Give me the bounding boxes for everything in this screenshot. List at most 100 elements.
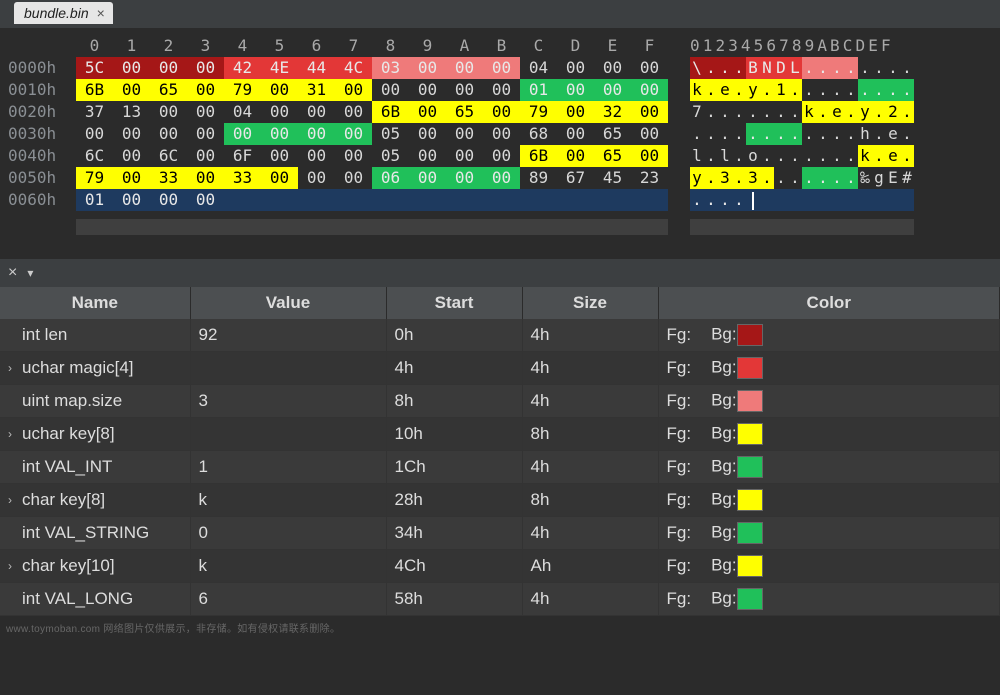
ascii-char[interactable]: D	[774, 57, 788, 79]
hex-byte[interactable]: 00	[187, 101, 224, 123]
hex-byte[interactable]: 5C	[76, 57, 113, 79]
ascii-char[interactable]: .	[774, 167, 788, 189]
ascii-char[interactable]: .	[732, 189, 746, 211]
hex-byte[interactable]: 00	[261, 145, 298, 167]
ascii-char[interactable]: .	[704, 167, 718, 189]
color-swatch[interactable]	[737, 489, 763, 511]
ascii-char[interactable]: .	[760, 101, 774, 123]
tab-bundle-bin[interactable]: bundle.bin ×	[14, 2, 113, 24]
ascii-char[interactable]: .	[830, 123, 844, 145]
hex-byte[interactable]: 79	[520, 101, 557, 123]
table-row[interactable]: ›char key[10]k4ChAhFg:Bg:	[0, 550, 1000, 583]
ascii-char[interactable]: o	[746, 145, 760, 167]
hex-byte[interactable]: 00	[335, 145, 372, 167]
ascii-char[interactable]: .	[732, 57, 746, 79]
hex-byte[interactable]: 00	[446, 145, 483, 167]
hex-byte[interactable]: 00	[113, 167, 150, 189]
hex-byte[interactable]: 79	[224, 79, 261, 101]
ascii-char[interactable]: .	[844, 79, 858, 101]
hex-byte[interactable]: 00	[631, 101, 668, 123]
color-swatch[interactable]	[737, 324, 763, 346]
hex-byte[interactable]: 00	[409, 101, 446, 123]
table-row[interactable]: ›uchar key[8]10h8hFg:Bg:	[0, 418, 1000, 451]
hex-byte[interactable]: 05	[372, 123, 409, 145]
ascii-char[interactable]: l	[690, 145, 704, 167]
hex-byte[interactable]: 00	[446, 123, 483, 145]
expand-arrow-icon[interactable]: ›	[8, 427, 18, 441]
ascii-char[interactable]: 3	[718, 167, 732, 189]
hex-byte[interactable]	[520, 189, 557, 211]
ascii-char[interactable]: e	[718, 79, 732, 101]
hex-byte[interactable]: 00	[261, 123, 298, 145]
hex-byte[interactable]: 00	[631, 145, 668, 167]
hex-byte[interactable]: 6F	[224, 145, 261, 167]
ascii-char[interactable]: #	[900, 167, 914, 189]
hex-byte[interactable]: 00	[150, 101, 187, 123]
header-start[interactable]: Start	[386, 287, 522, 319]
hex-byte[interactable]: 05	[372, 145, 409, 167]
color-swatch[interactable]	[737, 423, 763, 445]
ascii-char[interactable]	[872, 189, 886, 211]
hex-byte[interactable]: 42	[224, 57, 261, 79]
ascii-char[interactable]: .	[872, 57, 886, 79]
hex-byte[interactable]	[261, 189, 298, 211]
ascii-char[interactable]: k	[858, 145, 872, 167]
ascii-char[interactable]: .	[844, 167, 858, 189]
ascii-char[interactable]: .	[732, 123, 746, 145]
ascii-char[interactable]: L	[788, 57, 802, 79]
ascii-char[interactable]: .	[900, 101, 914, 123]
ascii-char[interactable]: .	[774, 101, 788, 123]
ascii-char[interactable]: B	[746, 57, 760, 79]
hex-byte[interactable]: 03	[372, 57, 409, 79]
color-swatch[interactable]	[737, 390, 763, 412]
ascii-char[interactable]: .	[816, 145, 830, 167]
hex-byte[interactable]: 45	[594, 167, 631, 189]
ascii-char[interactable]: \	[690, 57, 704, 79]
hex-byte[interactable]: 00	[150, 123, 187, 145]
table-row[interactable]: ›uint map.size38h4hFg:Bg:	[0, 385, 1000, 418]
hex-byte[interactable]: 33	[150, 167, 187, 189]
header-name[interactable]: Name	[0, 287, 190, 319]
hex-byte[interactable]	[557, 189, 594, 211]
hex-byte[interactable]: 00	[446, 167, 483, 189]
hex-byte[interactable]: 00	[150, 189, 187, 211]
hex-byte[interactable]: 37	[76, 101, 113, 123]
ascii-char[interactable]: .	[844, 123, 858, 145]
ascii-char[interactable]: h	[858, 123, 872, 145]
hex-byte[interactable]: 04	[224, 101, 261, 123]
ascii-char[interactable]: y	[746, 79, 760, 101]
ascii-char[interactable]: .	[774, 145, 788, 167]
ascii-char[interactable]: .	[760, 167, 774, 189]
ascii-char[interactable]: .	[732, 79, 746, 101]
hex-byte[interactable]: 00	[261, 79, 298, 101]
ascii-char[interactable]: .	[858, 57, 872, 79]
hex-byte[interactable]: 00	[557, 101, 594, 123]
ascii-char[interactable]: .	[816, 79, 830, 101]
hex-byte[interactable]: 65	[594, 123, 631, 145]
hex-byte[interactable]: 4E	[261, 57, 298, 79]
ascii-char[interactable]: .	[704, 189, 718, 211]
hex-byte[interactable]: 00	[113, 145, 150, 167]
ascii-char[interactable]: y	[690, 167, 704, 189]
ascii-char[interactable]: 1	[774, 79, 788, 101]
hex-byte[interactable]: 67	[557, 167, 594, 189]
hex-byte[interactable]: 6C	[76, 145, 113, 167]
hex-byte[interactable]: 79	[76, 167, 113, 189]
ascii-char[interactable]: e	[830, 101, 844, 123]
hex-byte[interactable]: 00	[298, 123, 335, 145]
hex-byte[interactable]: 00	[483, 79, 520, 101]
ascii-char[interactable]: .	[872, 145, 886, 167]
ascii-char[interactable]: .	[732, 145, 746, 167]
hex-byte[interactable]: 00	[483, 145, 520, 167]
ascii-char[interactable]: .	[802, 57, 816, 79]
hex-byte[interactable]: 00	[261, 167, 298, 189]
table-row[interactable]: ›uchar magic[4]4h4hFg:Bg:	[0, 352, 1000, 385]
hex-byte[interactable]	[409, 189, 446, 211]
hex-byte[interactable]: 00	[187, 123, 224, 145]
hex-byte[interactable]: 00	[446, 57, 483, 79]
close-icon[interactable]: ×	[97, 5, 105, 21]
hex-byte[interactable]: 00	[187, 79, 224, 101]
color-swatch[interactable]	[737, 456, 763, 478]
ascii-char[interactable]: .	[830, 167, 844, 189]
ascii-char[interactable]: .	[704, 79, 718, 101]
